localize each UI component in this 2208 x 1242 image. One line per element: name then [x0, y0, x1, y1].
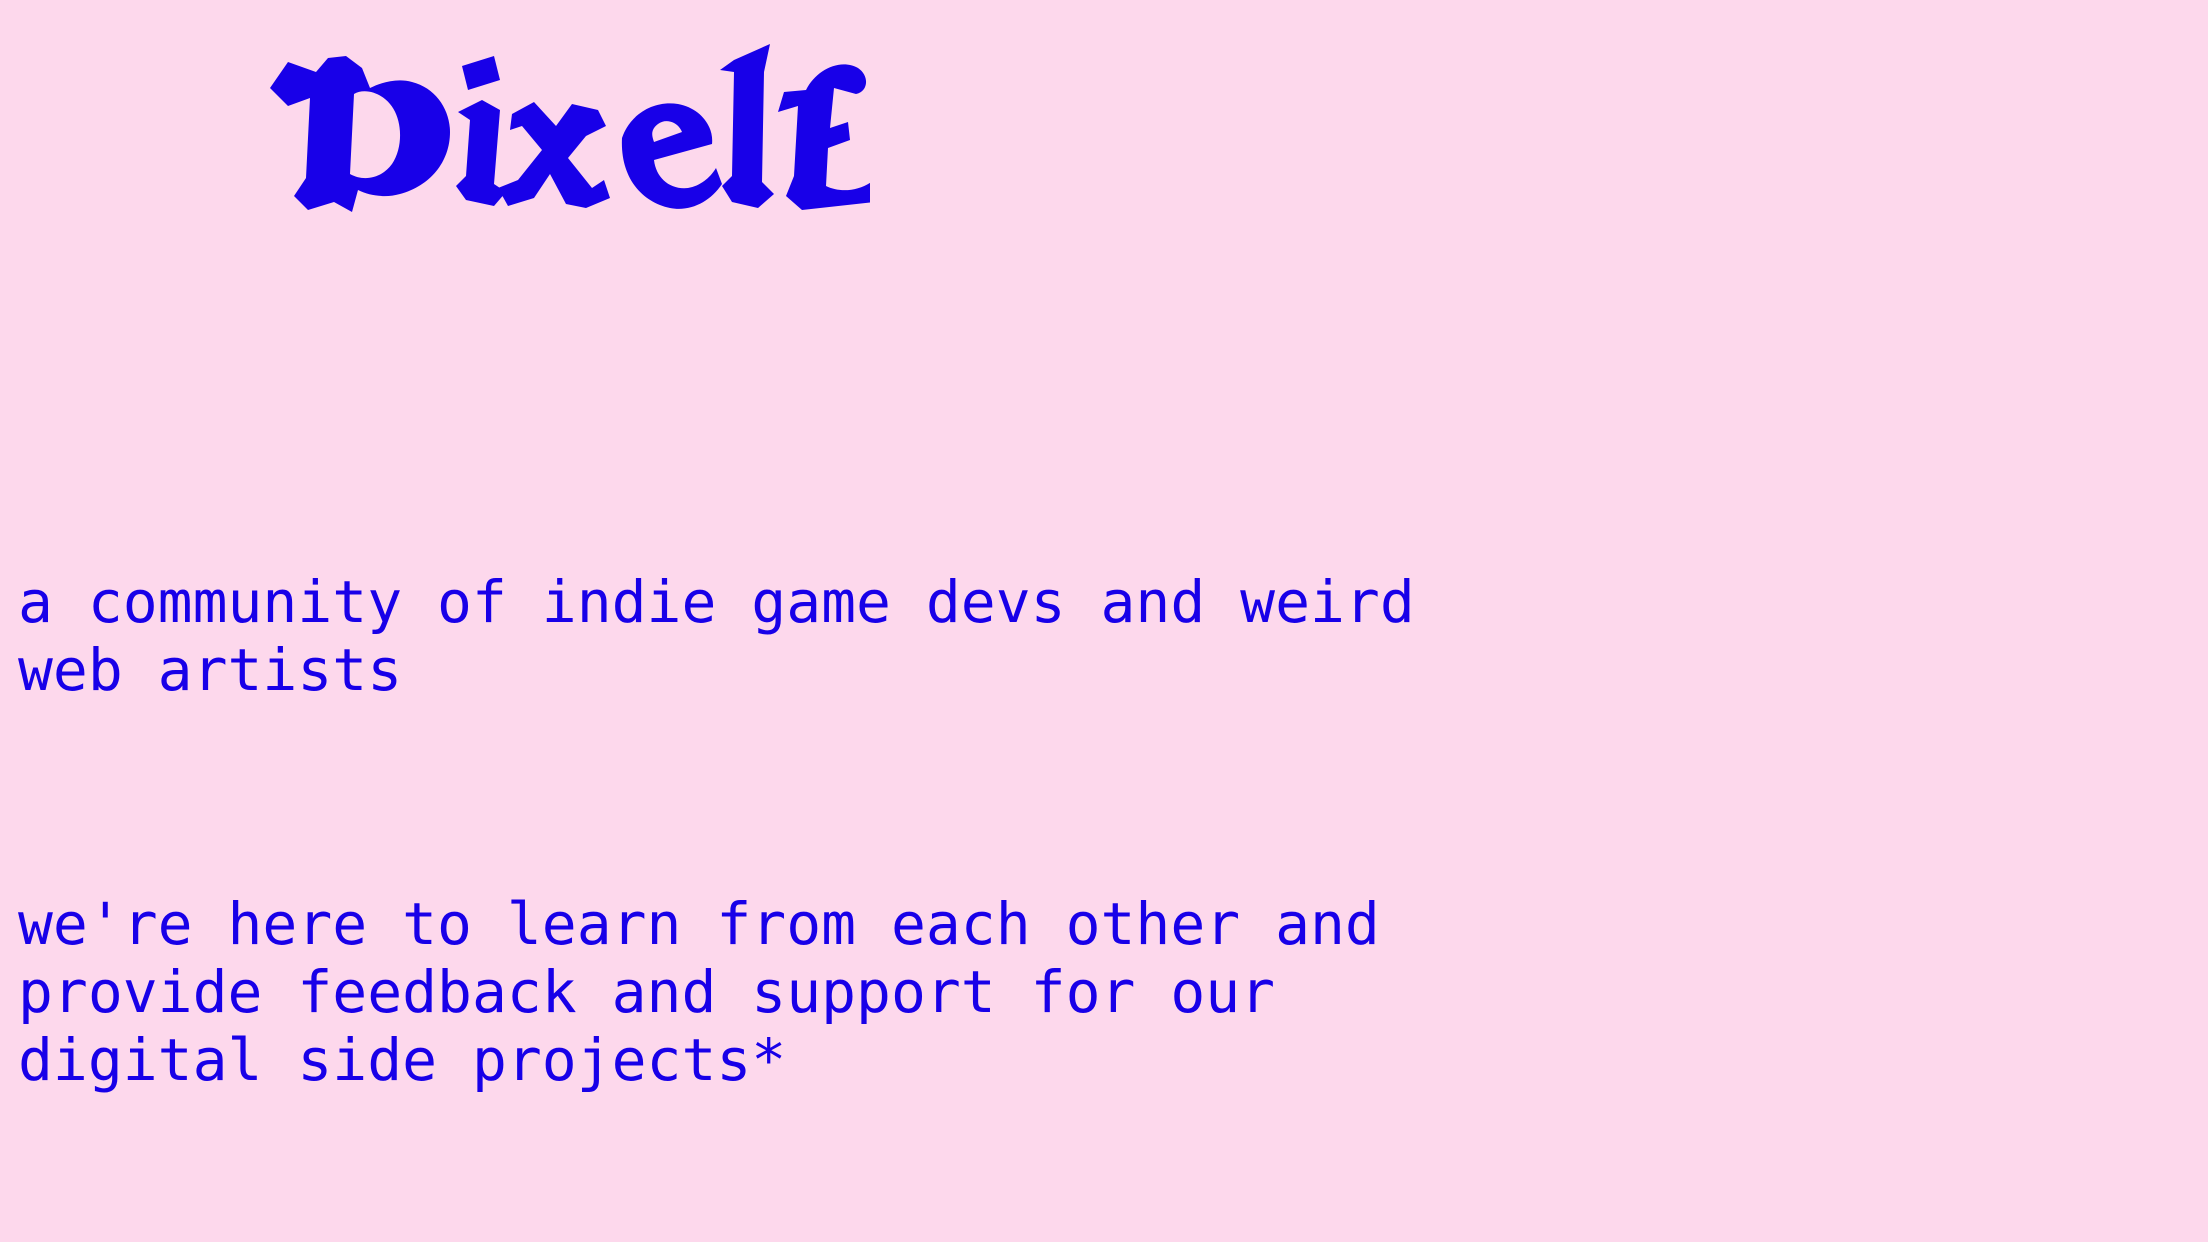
page-root: Pixel Lab a community of indie game devs… — [0, 0, 2208, 1242]
paragraph-community: a community of indie game devs and weird… — [18, 568, 1450, 704]
paragraph-mission: we're here to learn from each other and … — [18, 890, 1415, 1094]
glyph-l — [720, 44, 774, 208]
glyph-i-stem — [456, 100, 506, 206]
glyph-x — [498, 102, 610, 208]
site-title-wordmark — [250, 26, 876, 216]
glyph-L — [778, 64, 876, 211]
title-glyph-group — [270, 44, 876, 212]
glyph-e — [621, 103, 722, 209]
glyph-i — [462, 56, 500, 90]
blackletter-title-svg — [270, 44, 876, 212]
glyph-P — [270, 56, 450, 212]
about-text-block: a community of indie game devs and weird… — [18, 432, 1538, 1242]
